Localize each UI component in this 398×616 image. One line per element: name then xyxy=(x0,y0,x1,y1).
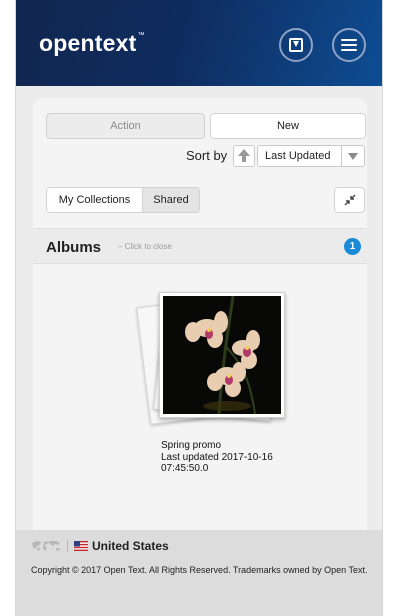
collection-tabs: My Collections Shared xyxy=(46,187,200,213)
logo-trademark: ™ xyxy=(137,32,145,39)
country-label: United States xyxy=(92,539,169,553)
tab-shared[interactable]: Shared xyxy=(143,188,199,212)
us-flag-icon xyxy=(74,541,88,551)
tab-my-collections[interactable]: My Collections xyxy=(47,188,143,212)
orchid-photo xyxy=(163,296,281,414)
sort-by-label: Sort by xyxy=(186,148,228,163)
page-footer: United States Copyright © 2017 Open Text… xyxy=(16,530,382,616)
region-divider xyxy=(67,540,68,552)
app-frame: opentext™ Action New Sort by Last Update… xyxy=(15,0,383,616)
menu-button[interactable] xyxy=(332,28,366,62)
collapse-arrows-icon xyxy=(344,194,355,206)
collapse-button[interactable] xyxy=(334,187,365,213)
logo-text: opentext xyxy=(39,30,137,56)
sort-select-value: Last Updated xyxy=(265,150,331,162)
opentext-logo[interactable]: opentext™ xyxy=(39,30,145,57)
download-icon xyxy=(289,38,303,52)
hamburger-menu-icon xyxy=(341,39,357,51)
albums-title: Albums xyxy=(46,239,102,256)
download-button[interactable] xyxy=(279,28,313,62)
app-header: opentext™ xyxy=(16,0,382,86)
collections-panel: Action New Sort by Last Updated My Colle… xyxy=(33,98,367,530)
sort-select[interactable]: Last Updated xyxy=(257,145,365,167)
album-thumbnail[interactable] xyxy=(159,292,285,418)
caret-down-icon xyxy=(342,152,364,160)
action-button[interactable]: Action xyxy=(46,113,205,139)
album-last-updated: Last updated 2017-10-16 07:45:50.0 xyxy=(161,452,273,474)
region-selector[interactable]: United States xyxy=(31,538,169,554)
arrow-up-icon xyxy=(238,149,250,163)
world-map-icon xyxy=(32,541,60,551)
albums-section-header[interactable]: Albums – Click to close 1 xyxy=(33,228,367,264)
sort-direction-button[interactable] xyxy=(233,145,255,167)
albums-count-badge: 1 xyxy=(344,238,361,255)
album-card[interactable] xyxy=(133,288,285,428)
copyright-text: Copyright © 2017 Open Text. All Rights R… xyxy=(31,565,368,575)
new-button[interactable]: New xyxy=(210,113,366,139)
album-name[interactable]: Spring promo xyxy=(161,440,221,451)
click-to-close-hint[interactable]: – Click to close xyxy=(118,242,172,251)
